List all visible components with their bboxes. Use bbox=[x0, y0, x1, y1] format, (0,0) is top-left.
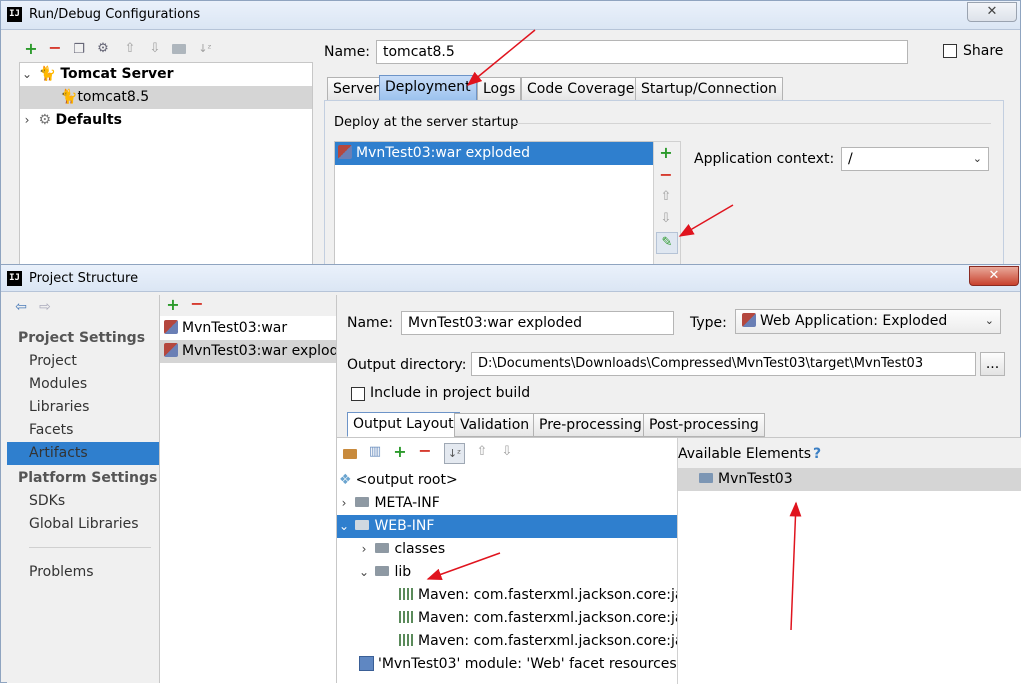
annotation-arrows bbox=[426, 29, 802, 631]
arrow-to-lib-folder bbox=[426, 552, 501, 581]
arrow-to-deployment-tab bbox=[466, 29, 536, 86]
arrow-to-available-module bbox=[789, 501, 802, 631]
arrow-to-edit-icon bbox=[678, 204, 734, 237]
